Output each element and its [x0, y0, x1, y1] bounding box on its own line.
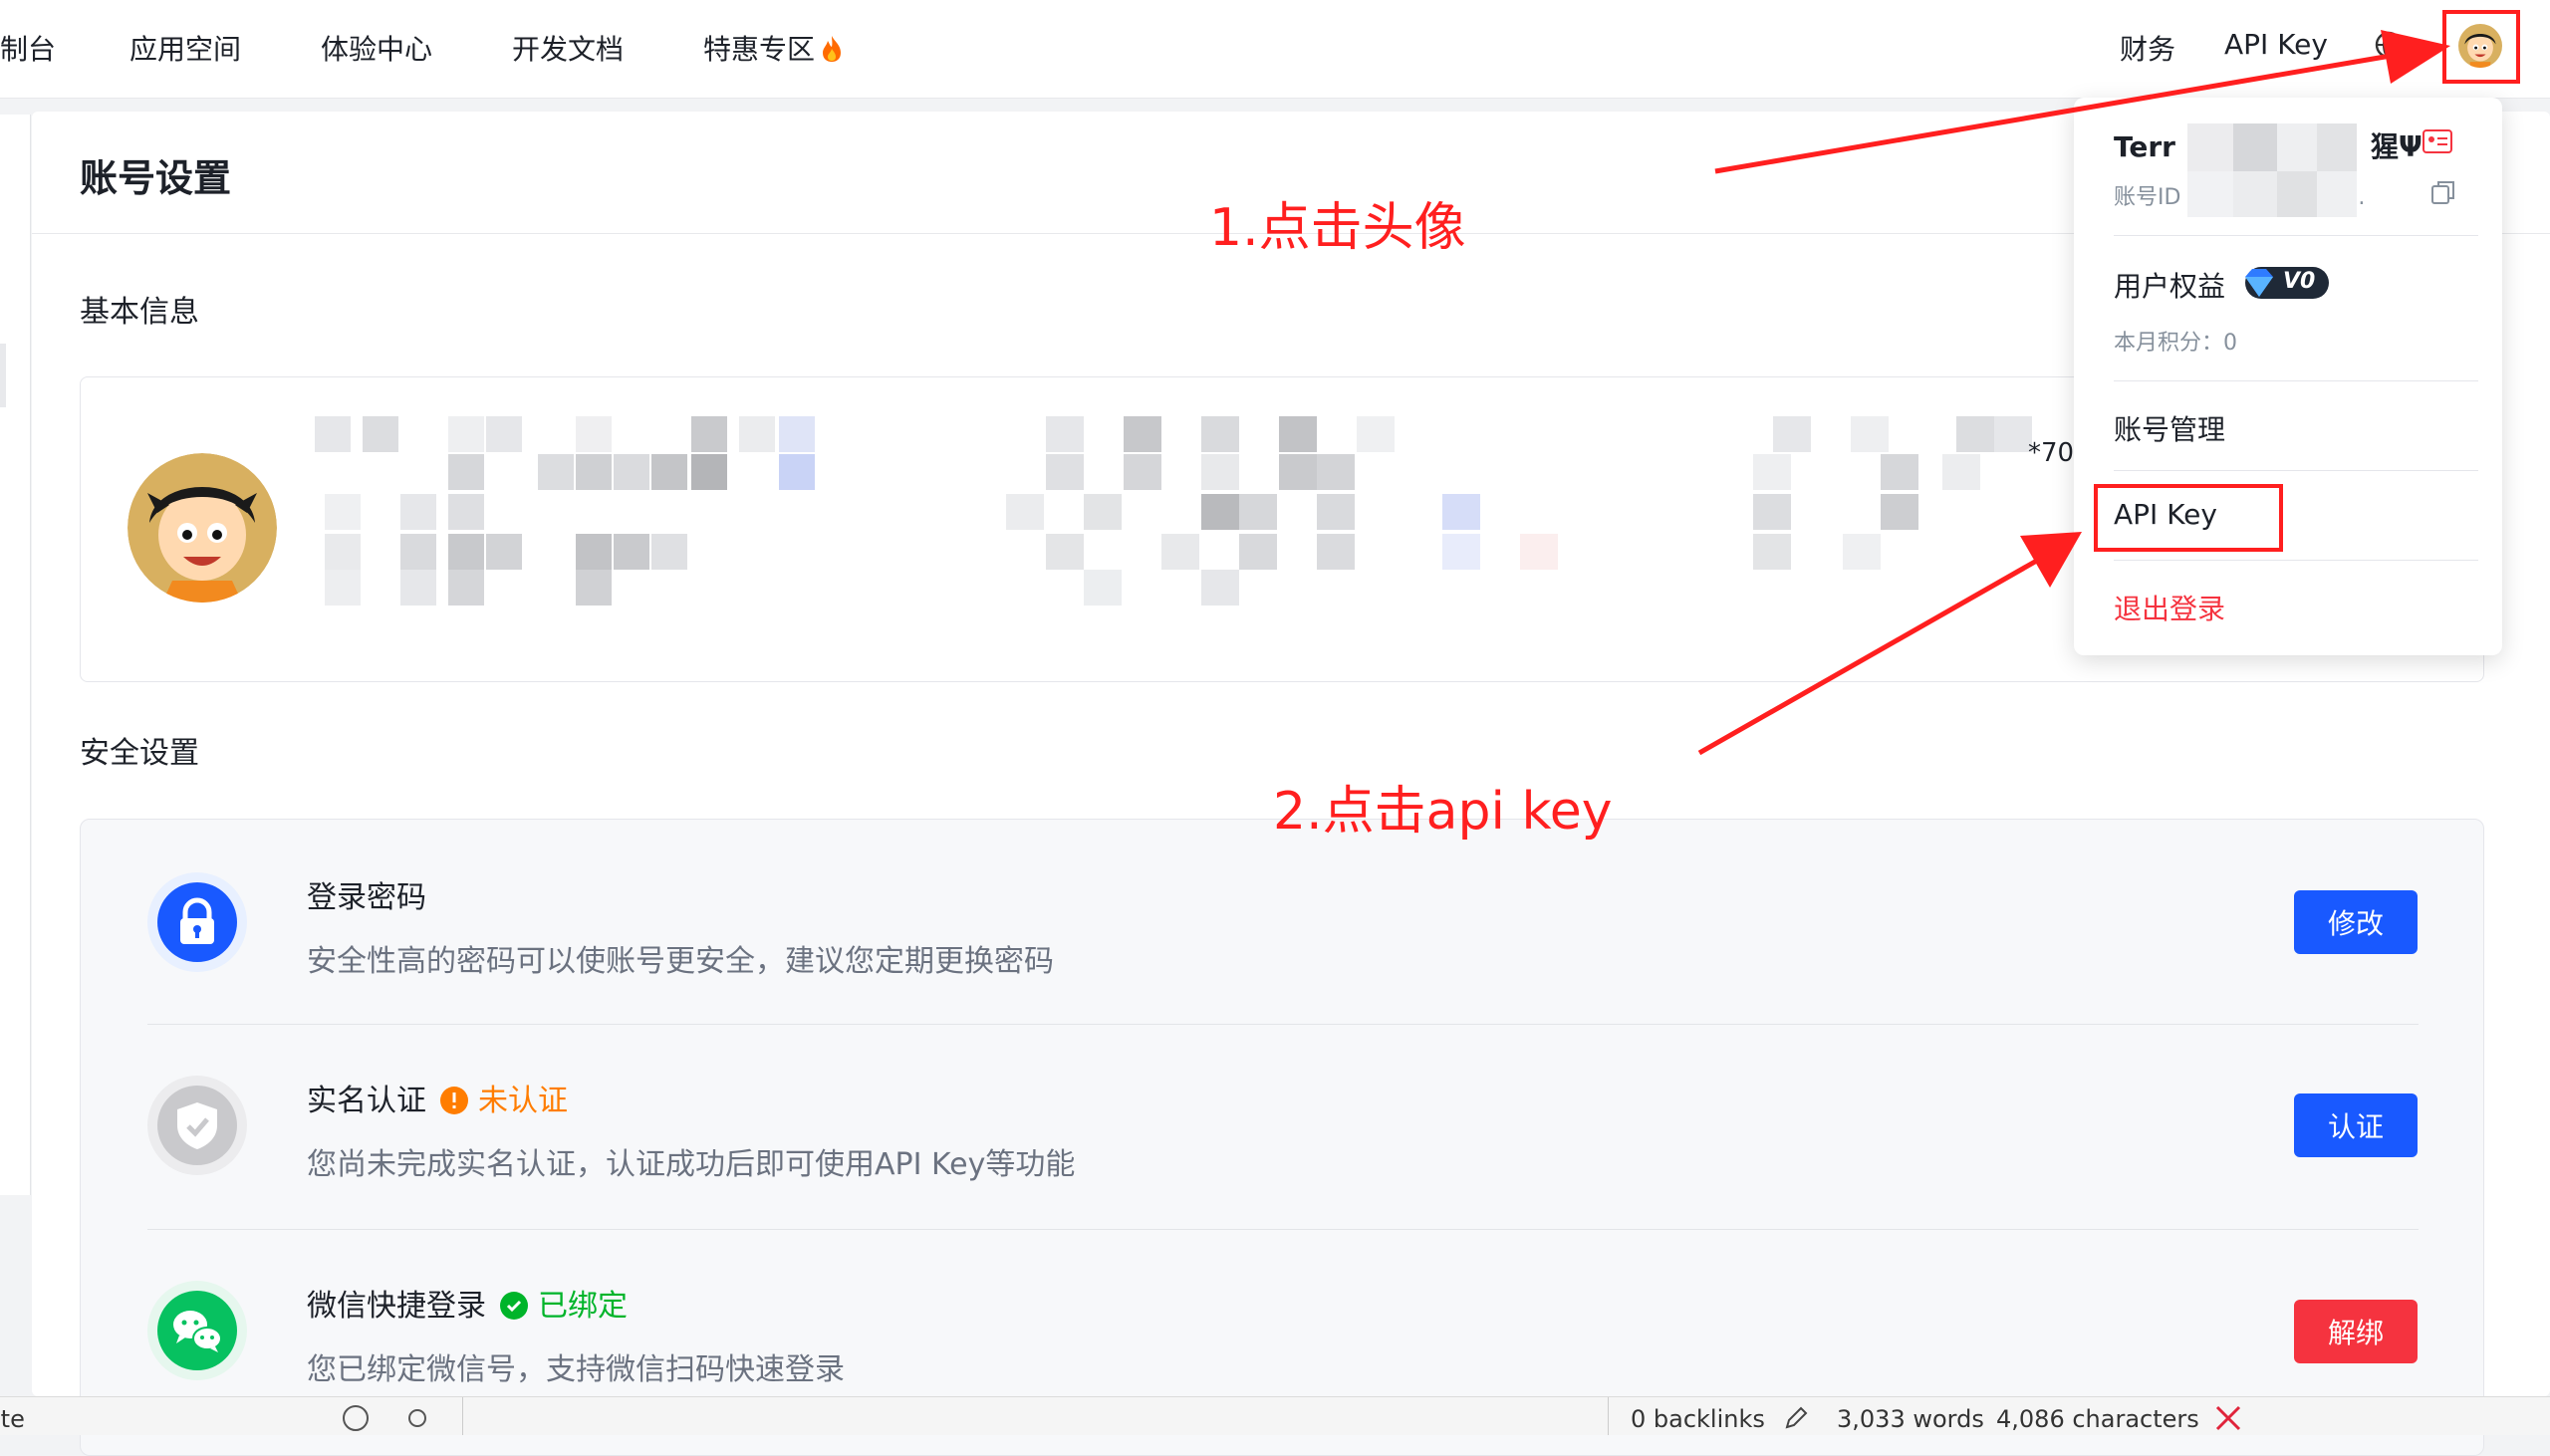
basic-info-heading: 基本信息	[80, 295, 199, 330]
user-rights-item[interactable]: 用户权益	[2114, 265, 2225, 305]
vip-level: V0	[2283, 269, 2316, 294]
nav-item-experience-center[interactable]: 体验中心	[321, 28, 432, 68]
luffy-avatar-icon	[128, 453, 277, 603]
real-name-title-row: 实名认证 未认证	[307, 1076, 568, 1119]
avatar-highlight-box	[2442, 10, 2520, 84]
dropdown-divider	[2114, 235, 2478, 236]
character-count: 4,086 characters	[1996, 1405, 2199, 1433]
wechat-icon	[157, 1291, 237, 1370]
check-circle-icon	[500, 1292, 528, 1320]
left-sidebar-edge	[0, 115, 31, 1195]
globe-icon[interactable]	[2374, 30, 2404, 60]
nav-item-console[interactable]: 制台	[0, 28, 56, 68]
wechat-title-row: 微信快捷登录 已绑定	[307, 1281, 628, 1325]
nav-item-special-offers-label: 特惠专区	[703, 33, 816, 66]
help-icon[interactable]	[341, 1403, 371, 1433]
dropdown-divider	[2114, 380, 2478, 381]
nav-item-app-space[interactable]: 应用空间	[129, 28, 241, 68]
dropdown-divider	[2114, 470, 2478, 471]
id-card-icon	[2422, 129, 2452, 153]
top-navbar: 制台 应用空间 体验中心 开发文档 特惠专区 财务 API Key	[0, 0, 2550, 99]
status-left-text: ote	[0, 1405, 25, 1433]
nav-finance[interactable]: 财务	[2120, 28, 2175, 68]
security-heading: 安全设置	[80, 736, 199, 771]
settings-icon[interactable]	[402, 1403, 432, 1433]
nav-api-key[interactable]: API Key	[2224, 28, 2328, 61]
api-key-highlight-box	[2094, 484, 2283, 552]
editor-status-bar: ote 0 backlinks 3,033 words 4,086 charac…	[0, 1396, 2550, 1435]
status-divider	[462, 1397, 463, 1435]
unbind-button[interactable]: 解绑	[2294, 1300, 2418, 1363]
sync-error-icon[interactable]	[2213, 1403, 2243, 1433]
shield-icon	[157, 1086, 237, 1165]
verify-button[interactable]: 认证	[2294, 1093, 2418, 1157]
password-desc: 安全性高的密码可以使账号更安全，建议您定期更换密码	[307, 944, 1054, 979]
profile-avatar	[128, 453, 277, 603]
vip-level-badge: V0	[2245, 267, 2329, 299]
change-password-button[interactable]: 修改	[2294, 890, 2418, 954]
unverified-status: 未认证	[478, 1084, 568, 1118]
word-count: 3,033 words	[1837, 1405, 1984, 1433]
status-divider	[1608, 1397, 1609, 1435]
username-prefix: Terr	[2114, 130, 2175, 163]
security-divider	[147, 1024, 2419, 1025]
masked-phone-tail: *70	[2028, 438, 2075, 468]
pencil-icon[interactable]	[1783, 1405, 1809, 1431]
wechat-title: 微信快捷登录	[307, 1289, 486, 1324]
backlinks-count[interactable]: 0 backlinks	[1631, 1405, 1765, 1433]
lock-icon	[157, 882, 237, 962]
redacted-user-info	[315, 416, 2032, 606]
dropdown-divider	[2114, 560, 2478, 561]
account-id-label: 账号ID	[2114, 185, 2181, 210]
warning-icon	[440, 1087, 468, 1114]
nav-item-dev-docs[interactable]: 开发文档	[512, 28, 624, 68]
flame-icon	[823, 36, 842, 62]
sidebar-tab[interactable]	[0, 344, 6, 407]
account-management-item[interactable]: 账号管理	[2114, 408, 2225, 448]
shield-icon-badge	[147, 1076, 247, 1175]
nav-item-special-offers[interactable]: 特惠专区	[703, 28, 843, 68]
step2-annotation: 2.点击api key	[1273, 782, 1613, 842]
wechat-desc: 您已绑定微信号，支持微信扫码快速登录	[307, 1352, 845, 1387]
redacted-account-info	[2187, 123, 2357, 217]
password-title: 登录密码	[307, 880, 426, 915]
wechat-icon-badge	[147, 1281, 247, 1380]
security-divider	[147, 1229, 2419, 1230]
bound-status: 已绑定	[538, 1289, 628, 1324]
real-name-desc: 您尚未完成实名认证，认证成功后即可使用API Key等功能	[307, 1147, 1076, 1182]
logout-item[interactable]: 退出登录	[2114, 588, 2225, 627]
real-name-title: 实名认证	[307, 1084, 426, 1118]
username-suffix: 猩Ψ	[2371, 130, 2422, 163]
lock-icon-badge	[147, 872, 247, 972]
copy-icon[interactable]	[2430, 179, 2456, 205]
diamond-icon	[2245, 269, 2273, 297]
step1-annotation: 1.点击头像	[1209, 198, 1466, 258]
page-title: 账号设置	[80, 156, 232, 200]
monthly-points: 本月积分：0	[2114, 331, 2237, 356]
